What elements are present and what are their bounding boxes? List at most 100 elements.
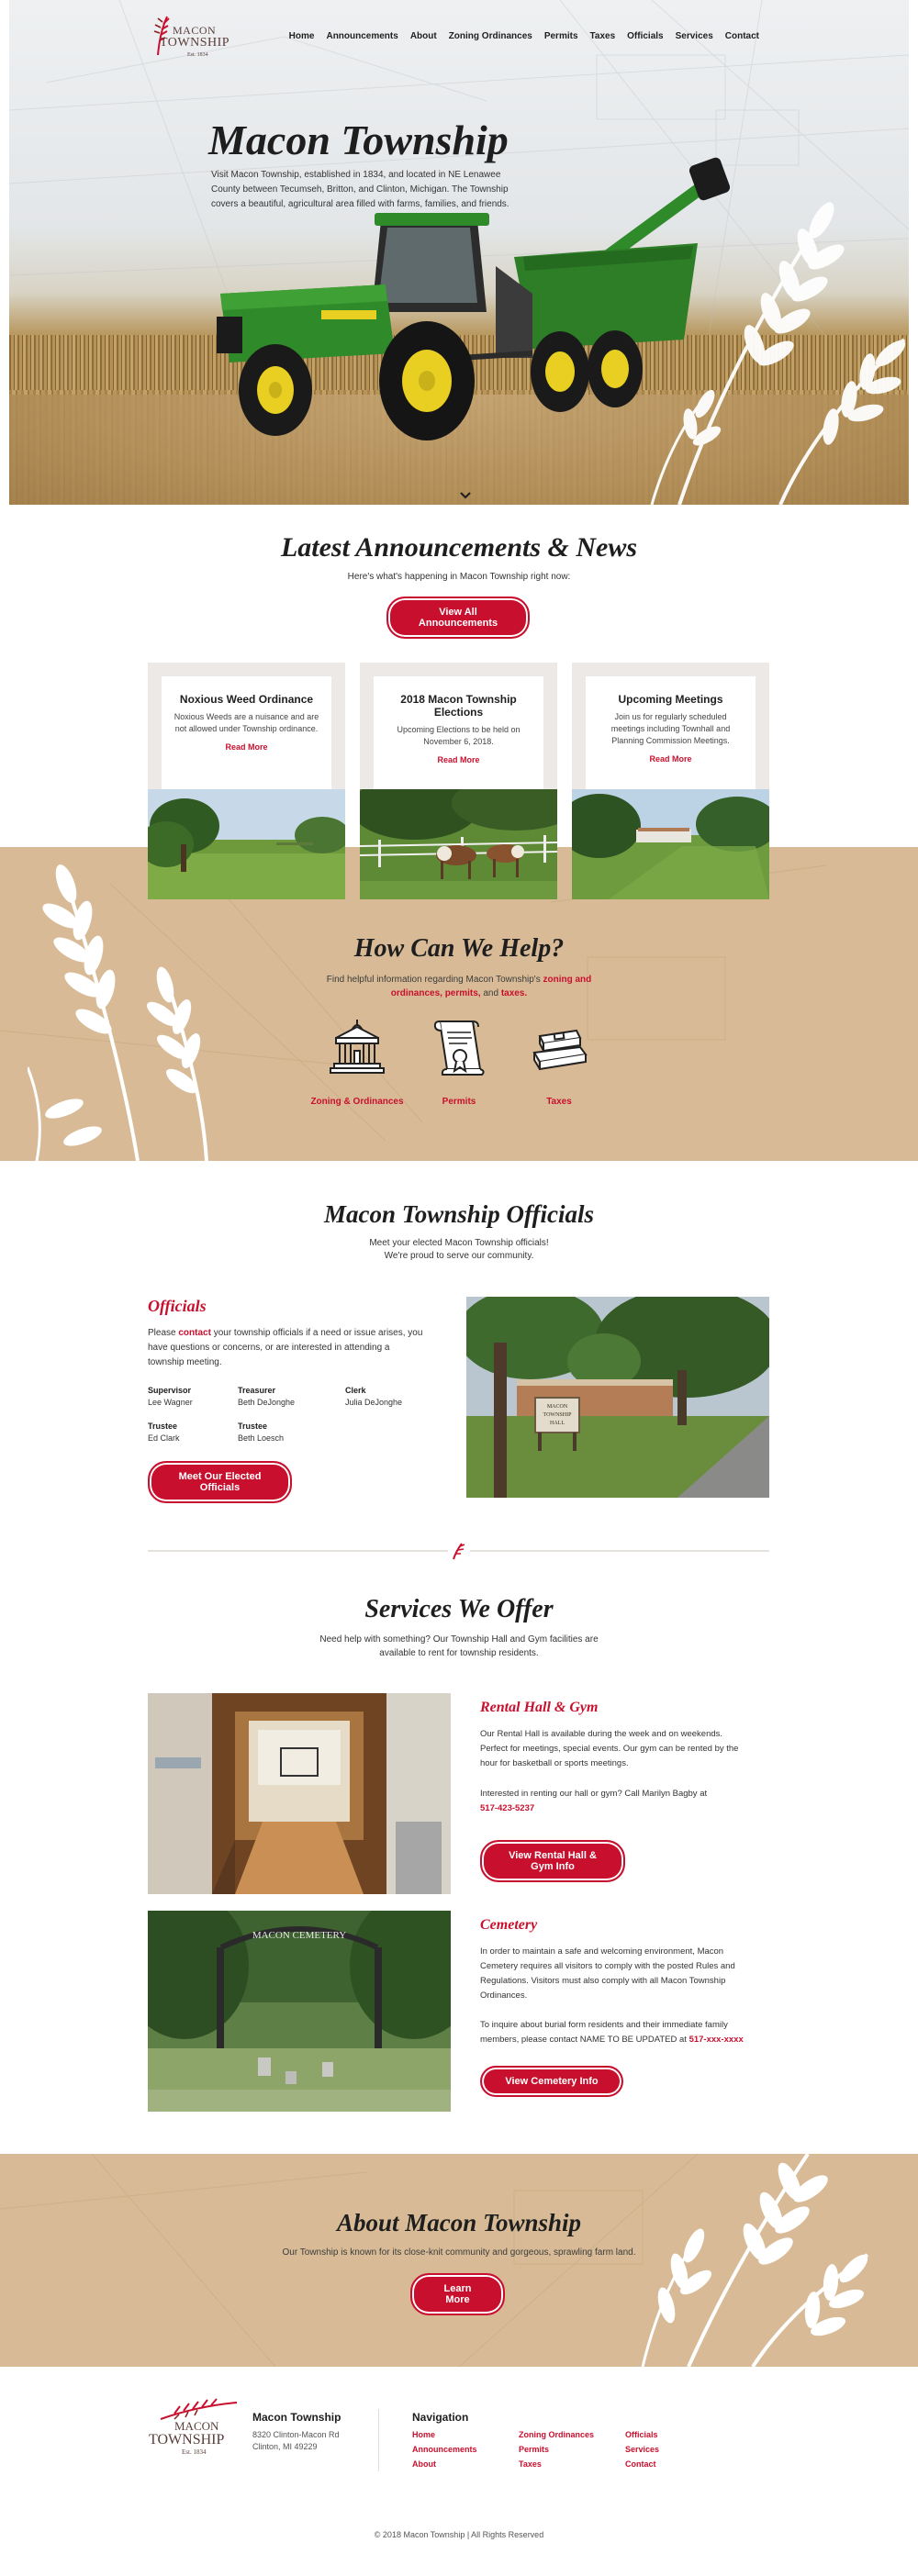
official-role: Trustee: [238, 1422, 268, 1431]
footer-link-announcements[interactable]: Announcements: [412, 2445, 477, 2454]
services-subtitle: Need help with something? Our Township H…: [319, 1634, 599, 1658]
nav-about[interactable]: About: [410, 31, 437, 41]
footer-link-officials[interactable]: Officials: [625, 2430, 658, 2439]
footer-logo-township: TOWNSHIP: [149, 2432, 225, 2448]
rental-hall-contact-text: Interested in renting our hall or gym? C…: [480, 1787, 746, 1816]
hero-title: Macon Township: [208, 117, 509, 163]
footer-org-name: Macon Township: [252, 2411, 341, 2424]
nav-taxes[interactable]: Taxes: [590, 31, 616, 41]
hero-section: MACON TOWNSHIP Est. 1834 Home Announceme…: [9, 0, 909, 505]
footer-link-services[interactable]: Services: [625, 2445, 659, 2454]
rental-hall-text: Our Rental Hall is available during the …: [480, 1729, 739, 1768]
help-link-taxes[interactable]: taxes.: [501, 988, 527, 998]
nav-zoning-ordinances[interactable]: Zoning Ordinances: [449, 31, 532, 41]
official-name: Beth DeJonghe: [238, 1398, 296, 1407]
read-more-link[interactable]: Read More: [597, 754, 744, 764]
footer-copyright: © 2018 Macon Township | All Rights Reser…: [374, 2530, 544, 2539]
nav-home[interactable]: Home: [289, 31, 315, 41]
official-name: Julia DeJonghe: [345, 1398, 403, 1407]
logo-text-township: TOWNSHIP: [160, 36, 230, 50]
footer-link-permits[interactable]: Permits: [519, 2445, 549, 2454]
sign-text-line1: MACON: [547, 1404, 568, 1410]
nav-contact[interactable]: Contact: [725, 31, 759, 41]
official-name: Lee Wagner: [148, 1398, 193, 1407]
gym-hallway-image: [148, 1693, 451, 1894]
card-text: Noxious Weeds are a nuisance and are not…: [174, 712, 319, 733]
officials-text-before: Please: [148, 1328, 176, 1338]
rental-hall-heading: Rental Hall & Gym: [480, 1700, 599, 1715]
about-text: Our Township is known for its close-knit…: [282, 2247, 636, 2258]
services-title: Services We Offer: [364, 1595, 554, 1623]
footer-link-about[interactable]: About: [412, 2459, 436, 2469]
card-content: 2018 Macon Township Elections Upcoming E…: [374, 676, 543, 797]
officials-subtitle: Meet your elected Macon Township officia…: [369, 1238, 549, 1261]
chevron-down-icon[interactable]: [459, 491, 472, 500]
official-name: Ed Clark: [148, 1433, 180, 1443]
learn-more-button[interactable]: Learn More: [410, 2273, 505, 2315]
announcement-card-meetings: Upcoming Meetings Join us for regularly …: [572, 663, 769, 899]
help-link-taxes-item[interactable]: Taxes: [495, 1097, 623, 1107]
help-title: How Can We Help?: [353, 934, 565, 963]
official-name: Beth Loesch: [238, 1433, 285, 1443]
hero-text: Visit Macon Township, established in 183…: [211, 170, 509, 209]
main-nav: Home Announcements About Zoning Ordinanc…: [289, 31, 759, 41]
footer-link-taxes[interactable]: Taxes: [519, 2459, 542, 2469]
help-text: Find helpful information regarding Macon…: [317, 973, 601, 1000]
card-text: Join us for regularly scheduled meetings…: [610, 712, 731, 745]
footer-link-contact[interactable]: Contact: [625, 2459, 656, 2469]
card-title: Noxious Weed Ordinance: [179, 693, 314, 706]
logo-est: Est. 1834: [187, 52, 208, 58]
cemetery-arch-text: MACON CEMETERY: [252, 1930, 346, 1941]
rental-hall-info-button[interactable]: View Rental Hall & Gym Info: [480, 1840, 625, 1882]
cemetery-contact-text: To inquire about burial form residents a…: [480, 2018, 746, 2047]
read-more-link[interactable]: Read More: [173, 742, 320, 752]
scroll-certificate-icon[interactable]: [427, 1014, 491, 1078]
announcement-card-weed: Noxious Weed Ordinance Noxious Weeds are…: [148, 663, 345, 899]
courthouse-icon[interactable]: [325, 1014, 389, 1078]
view-all-announcements-button[interactable]: View All Announcements: [386, 597, 530, 639]
about-title: About Macon Township: [336, 2209, 582, 2236]
footer-logo[interactable]: MACON TOWNSHIP Est. 1834: [147, 2397, 248, 2456]
footer-link-zoning-ordinances[interactable]: Zoning Ordinances: [519, 2430, 594, 2439]
card-title: 2018 Macon Township Elections: [400, 693, 517, 719]
officials-heading: Officials: [148, 1297, 207, 1315]
nav-services[interactable]: Services: [676, 31, 713, 41]
farm-tree-image: [148, 789, 345, 899]
announcements-subtitle: Here's what's happening in Macon Townshi…: [347, 572, 571, 582]
card-text: Upcoming Elections to be held on Novembe…: [397, 725, 521, 746]
nav-officials[interactable]: Officials: [627, 31, 663, 41]
footer-link-home[interactable]: Home: [412, 2430, 435, 2439]
cemetery-heading: Cemetery: [480, 1917, 538, 1933]
cemetery-info-button[interactable]: View Cemetery Info: [480, 2066, 623, 2097]
wheat-divider-icon: [448, 1542, 470, 1560]
township-hall-lawn-image: [572, 789, 769, 899]
announcements-title: Latest Announcements & News: [280, 532, 638, 563]
header-logo[interactable]: MACON TOWNSHIP Est. 1834: [147, 13, 248, 62]
official-role: Supervisor: [148, 1386, 192, 1395]
help-text-prefix: Find helpful information regarding Macon…: [326, 975, 541, 985]
read-more-link[interactable]: Read More: [385, 755, 532, 764]
nav-permits[interactable]: Permits: [544, 31, 578, 41]
sign-text-line3: HALL: [550, 1421, 565, 1426]
meet-officials-button[interactable]: Meet Our Elected Officials: [148, 1461, 292, 1503]
rental-hall-phone-link[interactable]: 517-423-5237: [480, 1803, 534, 1813]
horses-pasture-image: [360, 789, 557, 899]
contact-link[interactable]: contact: [178, 1328, 211, 1338]
wheat-illustration: [641, 2154, 869, 2367]
township-hall-image: MACON TOWNSHIP HALL: [466, 1297, 769, 1498]
footer-divider: [378, 2409, 379, 2471]
footer-logo-est: Est. 1834: [182, 2448, 207, 2456]
rental-hall-contact-prefix: Interested in renting our hall or gym? C…: [480, 1789, 708, 1799]
officials-text: Please contact your township officials i…: [148, 1326, 423, 1370]
footer-address-line2: Clinton, MI 49229: [252, 2442, 318, 2451]
cemetery-text: In order to maintain a safe and welcomin…: [480, 1946, 735, 2001]
help-text-and: and: [483, 988, 499, 998]
footer-nav-heading: Navigation: [412, 2411, 469, 2424]
wheat-logo-icon: [160, 2398, 238, 2420]
sign-text-line2: TOWNSHIP: [543, 1412, 573, 1418]
nav-announcements[interactable]: Announcements: [326, 31, 397, 41]
cemetery-phone-link[interactable]: 517-xxx-xxxx: [689, 2035, 744, 2045]
footer-address-line1: 8320 Clinton-Macon Rd: [252, 2430, 340, 2439]
about-background: [0, 2154, 918, 2367]
ledger-books-icon[interactable]: [527, 1014, 591, 1078]
